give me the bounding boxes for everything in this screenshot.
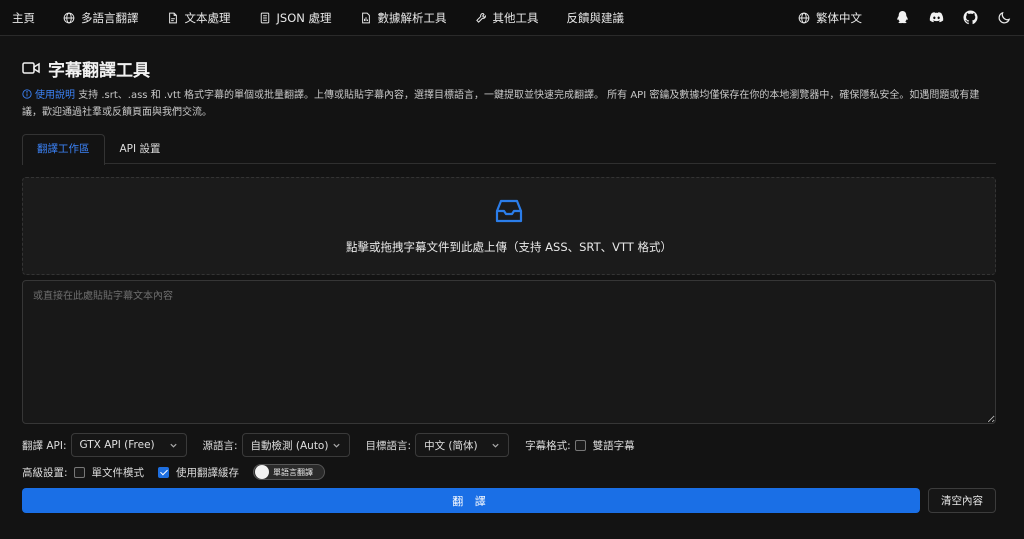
info-icon (22, 89, 32, 99)
video-camera-icon (22, 62, 40, 74)
nav-item-home[interactable]: 主頁 (12, 10, 35, 26)
nav-item-label: 反饋與建議 (566, 10, 625, 25)
language-switcher[interactable]: 繁体中文 (798, 10, 862, 26)
theme-toggle-button[interactable] (996, 10, 1012, 26)
github-button[interactable] (962, 10, 978, 26)
advanced-settings: 高級設置: 單文件模式 使用翻譯緩存 單語言翻譯 (22, 463, 996, 481)
moon-icon (998, 11, 1010, 24)
target-language-select[interactable]: 中文 (简体) (415, 433, 510, 457)
single-language-toggle[interactable]: 單語言翻譯 (253, 464, 326, 480)
target-language-label: 目標語言: (365, 439, 412, 452)
chevron-down-icon (492, 443, 499, 448)
subtitle-format-label: 字幕格式: (525, 439, 571, 452)
nav-item-label: 多語言翻譯 (81, 10, 139, 25)
source-language-label: 源語言: (202, 439, 238, 452)
qq-icon (896, 10, 908, 24)
target-language-value: 中文 (简体) (424, 439, 478, 452)
single-file-label[interactable]: 單文件模式 (92, 465, 145, 480)
nav-item-label: 其他工具 (492, 10, 539, 25)
page-header: 字幕翻譯工具 (22, 58, 996, 81)
page-title: 字幕翻譯工具 (48, 60, 150, 81)
nav-item-json[interactable]: JSON 處理 (259, 10, 332, 26)
tab-bar: 翻譯工作區 API 設置 (22, 134, 996, 165)
toggle-knob (255, 465, 270, 479)
chart-doc-icon (361, 12, 370, 23)
single-file-checkbox[interactable] (73, 466, 85, 478)
page-description: 使用說明 支持 .srt、.ass 和 .vtt 格式字幕的單個或批量翻譯。上傳… (22, 87, 997, 121)
top-nav: 主頁 多語言翻譯 文本處理 JSON 處理 數據解析工具 其他工具 反饋與建議 … (0, 0, 1024, 36)
source-language-value: 自動檢測 (Auto) (250, 439, 329, 452)
chevron-down-icon (169, 443, 177, 448)
upload-dropzone[interactable]: 點擊或拖拽字幕文件到此處上傳（支持 ASS、SRT、VTT 格式） (22, 177, 996, 275)
nav-item-data-parse[interactable]: 數據解析工具 (360, 10, 447, 26)
toggle-label: 單語言翻譯 (273, 467, 314, 477)
description-text: 支持 .srt、.ass 和 .vtt 格式字幕的單個或批量翻譯。上傳或貼貼字幕… (22, 90, 980, 118)
source-language-select[interactable]: 自動檢測 (Auto) (241, 433, 350, 457)
main-content: 字幕翻譯工具 使用說明 支持 .srt、.ass 和 .vtt 格式字幕的單個或… (0, 58, 1024, 513)
globe-icon (798, 12, 810, 23)
document-icon (168, 12, 177, 23)
nav-item-other-tools[interactable]: 其他工具 (475, 10, 539, 26)
translate-button[interactable]: 翻 譯 (22, 488, 920, 513)
action-bar: 翻 譯 清空內容 (22, 488, 996, 513)
chevron-down-icon (332, 443, 340, 448)
nav-item-text-processing[interactable]: 文本處理 (167, 10, 231, 26)
bilingual-checkbox[interactable] (574, 439, 586, 451)
translation-cache-label[interactable]: 使用翻譯緩存 (176, 465, 239, 480)
nav-item-label: 主頁 (12, 10, 35, 25)
clear-content-button[interactable]: 清空內容 (928, 488, 996, 513)
qq-button[interactable] (894, 10, 910, 26)
nav-item-label: JSON 處理 (276, 10, 332, 25)
translation-controls: 翻譯 API: GTX API (Free) 源語言: 自動檢測 (Auto) … (22, 433, 996, 457)
list-icon (260, 12, 269, 23)
api-select[interactable]: GTX API (Free) (70, 433, 187, 457)
api-select-value: GTX API (Free) (79, 439, 155, 451)
nav-item-label: 數據解析工具 (377, 10, 447, 25)
subtitle-text-input[interactable] (22, 280, 996, 424)
bilingual-label[interactable]: 雙語字幕 (593, 438, 635, 453)
translation-cache-checkbox[interactable] (158, 466, 170, 478)
language-label: 繁体中文 (816, 10, 862, 25)
github-icon (962, 10, 978, 25)
discord-icon (929, 12, 943, 23)
api-label: 翻譯 API: (22, 439, 67, 452)
globe-icon (63, 12, 75, 23)
nav-item-label: 文本處理 (184, 10, 231, 25)
advanced-label: 高級設置: (22, 466, 68, 479)
tab-api-settings[interactable]: API 設置 (105, 134, 176, 164)
tab-translation-workspace[interactable]: 翻譯工作區 (22, 134, 105, 165)
wrench-icon (475, 12, 486, 23)
nav-item-feedback[interactable]: 反饋與建議 (567, 10, 625, 26)
discord-button[interactable] (928, 10, 944, 26)
nav-item-translation[interactable]: 多語言翻譯 (63, 10, 139, 26)
help-link[interactable]: 使用說明 (22, 89, 75, 101)
nav-right: 繁体中文 (798, 10, 1012, 26)
inbox-icon (495, 199, 523, 223)
help-link-label: 使用說明 (35, 90, 75, 101)
dropzone-text: 點擊或拖拽字幕文件到此處上傳（支持 ASS、SRT、VTT 格式） (346, 240, 672, 254)
